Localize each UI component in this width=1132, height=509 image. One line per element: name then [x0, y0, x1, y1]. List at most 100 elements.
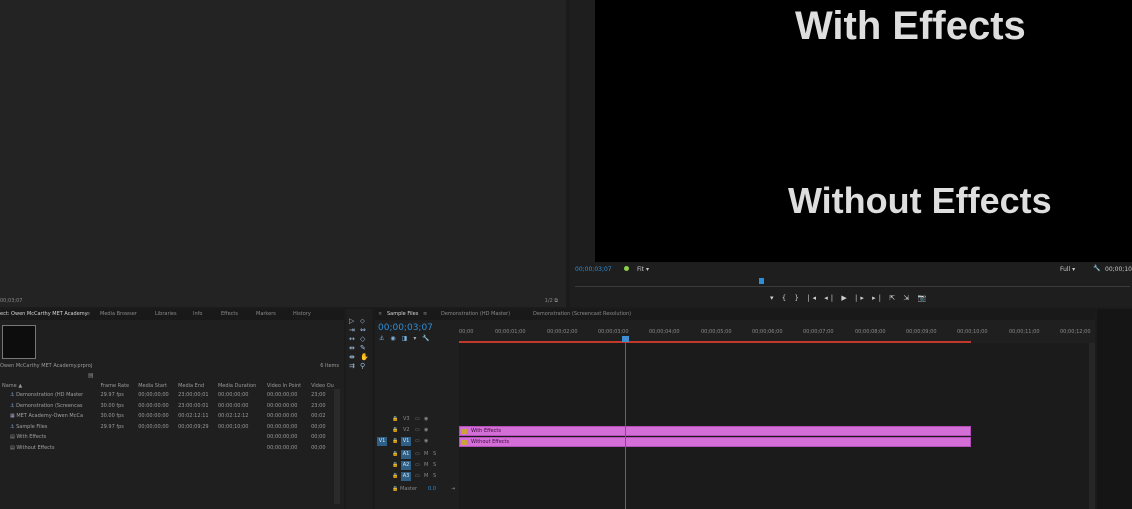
track-target-a2[interactable]: A2 [401, 461, 411, 470]
clip-without-effects[interactable]: Without Effects [459, 437, 971, 447]
row-video-in[interactable]: 00:00:00:00 [265, 401, 309, 412]
lock-icon[interactable]: 🔒 [392, 486, 398, 492]
table-row[interactable]: ▤ Without Effects 00;00;00;00 00;00 [0, 443, 340, 454]
tab-demonstration-screencast[interactable]: Demonstration (Screencast Resolution) [533, 311, 631, 317]
clip-with-effects[interactable]: With Effects [459, 426, 971, 436]
master-volume[interactable]: 0.0 [428, 486, 436, 492]
source-zoom[interactable]: 1/2 ⧉ [545, 298, 558, 304]
row-video-in[interactable]: 00:00:00:00 [265, 411, 309, 422]
mark-out-button[interactable]: } [794, 294, 801, 302]
project-scrollbar[interactable] [334, 389, 340, 504]
table-row[interactable]: ▤ With Effects 00;00;00;00 00;00 [0, 432, 340, 443]
wrench-icon[interactable]: 🔧 [1093, 265, 1100, 272]
mute-button[interactable]: M [424, 462, 428, 468]
slide-tool-icon[interactable]: ⇼ [349, 353, 355, 361]
fit-dropdown[interactable]: Fit ▾ [637, 266, 649, 273]
sync-icon[interactable]: ▭ [415, 427, 420, 433]
sync-icon[interactable]: ▭ [415, 462, 420, 468]
source-patch-v1[interactable]: V1 [377, 437, 387, 446]
table-row[interactable]: ▦ MET Academy-Owen McCa 30.00 fps 00:00:… [0, 411, 340, 422]
sync-icon[interactable]: ▭ [415, 416, 420, 422]
table-row[interactable]: ⚓ Sample Files 29.97 fps 00;00;00;00 00;… [0, 422, 340, 433]
play-button[interactable]: ▶ [841, 294, 849, 302]
add-marker-icon[interactable]: ◨ [402, 335, 414, 342]
tab-media-browser[interactable]: Media Browser [100, 311, 137, 317]
program-playhead[interactable] [759, 278, 764, 284]
sync-icon[interactable]: ▭ [415, 451, 420, 457]
timeline-scrollbar[interactable] [1089, 343, 1095, 509]
ripple-tool-icon[interactable]: ⇉ [349, 362, 355, 370]
hand-tool-icon[interactable]: ✋ [360, 353, 369, 361]
step-back-button[interactable]: ◂| [824, 294, 836, 302]
marker-dot-icon[interactable] [624, 266, 629, 271]
extract-button[interactable]: ⇲ [903, 294, 912, 302]
tab-sample-files[interactable]: Sample Files [387, 311, 418, 317]
eye-icon[interactable]: ◉ [424, 416, 428, 422]
lock-icon[interactable]: 🔒 [392, 451, 398, 457]
step-forward-button[interactable]: |▸ [855, 294, 867, 302]
lock-icon[interactable]: 🔒 [392, 438, 398, 444]
mute-button[interactable]: M [424, 473, 428, 479]
snap-icon[interactable]: ⚓ [379, 335, 390, 342]
table-row[interactable]: ⚓ Demonstration (HD Master 29.97 fps 00;… [0, 390, 340, 401]
track-target-a1[interactable]: A1 [401, 450, 411, 459]
lock-icon[interactable]: 🔒 [392, 473, 398, 479]
tab-menu-icon[interactable]: ≡ [423, 311, 427, 317]
program-timecode[interactable]: 00;00;03;07 [575, 266, 612, 273]
selection-tool-icon[interactable]: ▷ [349, 317, 354, 325]
program-video[interactable]: With Effects Without Effects [595, 0, 1132, 262]
eye-icon[interactable]: ◉ [424, 427, 428, 433]
lock-icon[interactable]: 🔒 [392, 462, 398, 468]
row-video-in[interactable]: 00;00;00;00 [265, 443, 309, 454]
close-icon[interactable]: × [378, 311, 382, 317]
tab-demonstration-hd[interactable]: Demonstration (HD Master) [441, 311, 510, 317]
export-frame-icon[interactable]: ⧉ [554, 298, 558, 304]
timeline-ruler[interactable]: 00;00 00;00;01;00 00;00;02;00 00;00;03;0… [459, 327, 1091, 341]
marker-icon[interactable]: ▾ [413, 335, 422, 342]
go-to-in-button[interactable]: |◂ [807, 294, 819, 302]
lock-icon[interactable]: 🔒 [392, 416, 398, 422]
tab-libraries[interactable]: Libraries [155, 311, 177, 317]
row-video-in[interactable]: 00;00;00;00 [265, 390, 309, 401]
lift-button[interactable]: ⇱ [889, 294, 898, 302]
tab-close-icon[interactable]: ≡ [86, 311, 90, 317]
slip-tool-icon[interactable]: ⇹ [349, 344, 355, 352]
zoom-tool-icon[interactable]: ⚲ [360, 362, 365, 370]
linked-selection-icon[interactable]: ◉ [390, 335, 401, 342]
tab-effects[interactable]: Effects [221, 311, 238, 317]
razor-tool-icon[interactable]: ◇ [360, 335, 365, 343]
col-media-start[interactable]: Media Start [136, 381, 176, 390]
col-name[interactable]: Name ▲ [0, 381, 98, 390]
col-video-in[interactable]: Video In Point [265, 381, 309, 390]
col-media-end[interactable]: Media End [176, 381, 216, 390]
sync-icon[interactable]: ▭ [415, 438, 420, 444]
pen-tool-icon[interactable]: ✎ [360, 344, 366, 352]
eye-icon[interactable]: ◉ [424, 438, 428, 444]
camera-icon[interactable]: 📷 [917, 294, 929, 302]
timeline-playhead[interactable] [622, 336, 629, 342]
timeline-playhead-line[interactable] [625, 337, 626, 509]
bin-icon[interactable]: ▤ [88, 372, 94, 379]
mute-button[interactable]: M [424, 451, 428, 457]
ripple-edit-tool-icon[interactable]: ⇥ [349, 326, 355, 334]
tab-history[interactable]: History [293, 311, 311, 317]
table-row[interactable]: ⚓ Demonstration (Screencas 30.00 fps 00:… [0, 401, 340, 412]
go-to-out-button[interactable]: ▸| [872, 294, 884, 302]
timeline-timecode[interactable]: 00;00;03;07 [378, 323, 433, 333]
col-media-duration[interactable]: Media Duration [216, 381, 265, 390]
rate-stretch-tool-icon[interactable]: ↔ [349, 335, 355, 343]
track-target-v1[interactable]: V1 [401, 437, 411, 446]
lock-icon[interactable]: 🔒 [392, 427, 398, 433]
track-select-tool-icon[interactable]: ⬦ [360, 317, 365, 326]
go-to-end-icon[interactable]: ⇥ [451, 486, 455, 492]
mark-in-button[interactable]: { [782, 294, 789, 302]
solo-button[interactable]: S [433, 473, 436, 479]
solo-button[interactable]: S [433, 451, 436, 457]
tab-markers[interactable]: Markers [256, 311, 276, 317]
add-marker-button[interactable]: ▾ [770, 294, 777, 302]
solo-button[interactable]: S [433, 462, 436, 468]
sync-icon[interactable]: ▭ [415, 473, 420, 479]
settings-wrench-icon[interactable]: 🔧 [422, 335, 435, 342]
row-video-in[interactable]: 00;00;00;00 [265, 432, 309, 443]
tab-info[interactable]: Info [193, 311, 202, 317]
